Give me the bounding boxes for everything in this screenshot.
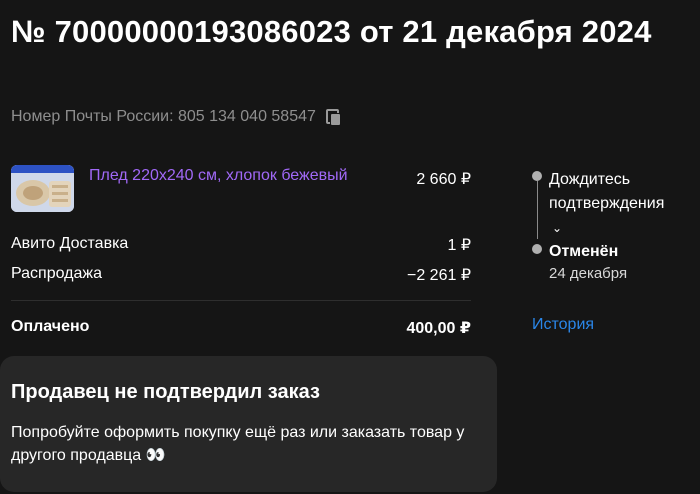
step-await-confirmation-label: Дождитесь подтверждения	[549, 171, 665, 212]
discount-value: −2 261 ₽	[406, 267, 471, 284]
total-value: 400,00 ₽	[406, 320, 471, 337]
eyes-emoji-icon: 👀	[145, 447, 166, 464]
delivery-value: 1 ₽	[447, 237, 471, 254]
delivery-label: Авито Доставка	[11, 235, 129, 252]
divider	[11, 300, 471, 301]
notice-title: Продавец не подтвердил заказ	[11, 381, 320, 403]
product-name-link[interactable]: Плед 220x240 см, хлопок бежевый	[89, 167, 348, 185]
tracking-number: Номер Почты России: 805 134 040 58547	[11, 108, 341, 126]
timeline-dot-pending	[532, 171, 542, 181]
notice-text-body: Попробуйте оформить покупку ещё раз или …	[11, 424, 465, 464]
step-cancelled: Отменён	[549, 243, 619, 260]
timeline-dot-cancelled	[532, 244, 542, 254]
product-thumbnail[interactable]	[11, 165, 74, 212]
step-cancelled-date: 24 декабря	[549, 265, 628, 282]
notice-text: Попробуйте оформить покупку ещё раз или …	[11, 421, 471, 467]
total-label: Оплачено	[11, 318, 90, 335]
copy-icon[interactable]	[325, 109, 341, 126]
step-await-confirmation[interactable]: Дождитесь подтверждения ⌄	[549, 168, 700, 240]
order-title: № 70000000193086023 от 21 декабря 2024	[11, 14, 652, 49]
product-price: 2 660 ₽	[416, 171, 471, 188]
timeline-connector	[537, 181, 538, 239]
history-link[interactable]: История	[532, 316, 594, 334]
tracking-number-text: Номер Почты России: 805 134 040 58547	[11, 108, 316, 125]
discount-label: Распродажа	[11, 265, 102, 282]
chevron-down-icon[interactable]: ⌄	[552, 221, 562, 235]
